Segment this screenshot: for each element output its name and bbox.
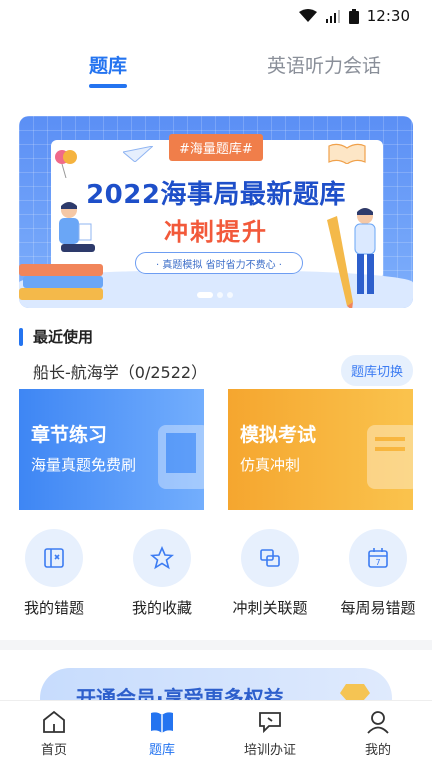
recent-section: 最近使用 船长-航海学（0/2522） 题库切换 <box>19 326 413 386</box>
nav-training[interactable]: 培训办证 <box>216 701 324 768</box>
wifi-icon <box>298 9 317 22</box>
nav-question-bank[interactable]: 题库 <box>108 701 216 768</box>
book-icon <box>151 712 173 733</box>
banner-subtitle: 冲刺提升 <box>164 218 268 246</box>
switch-bank-button[interactable]: 题库切换 <box>340 355 413 386</box>
chapter-practice-card[interactable]: 章节练习 海量真题免费刷 <box>19 389 204 510</box>
linked-squares-icon <box>260 549 280 567</box>
banner-title: 2022海事局最新题库 <box>86 180 346 210</box>
recent-row: 船长-航海学（0/2522） 题库切换 <box>19 355 413 386</box>
tab-english-listening[interactable]: 英语听力会话 <box>216 32 432 96</box>
quick-action-label: 我的错题 <box>23 599 84 617</box>
banner-pill: · 真题模拟 省时省力不费心 · <box>135 252 303 274</box>
nav-label: 我的 <box>364 743 391 758</box>
quick-action-favorites[interactable]: 我的收藏 <box>108 529 216 618</box>
star-icon <box>150 546 174 570</box>
top-tabs: 题库 英语听力会话 <box>0 32 432 96</box>
carousel-dot <box>217 292 223 298</box>
mock-exam-card[interactable]: 模拟考试 仿真冲刺 <box>228 389 413 510</box>
vip-banner[interactable]: 开通会员·享受更多权益 <box>40 668 392 700</box>
status-time: 12:30 <box>366 7 410 25</box>
quick-action-circle: 7 <box>349 529 407 587</box>
card-desc: 海量真题免费刷 <box>31 456 137 474</box>
quick-action-wrong-questions[interactable]: 我的错题 <box>0 529 108 618</box>
recent-heading: 最近使用 <box>33 328 94 346</box>
home-icon <box>43 710 65 733</box>
quick-action-circle <box>133 529 191 587</box>
quick-action-circle <box>25 529 83 587</box>
exam-paper-deco-icon <box>367 425 413 489</box>
tab-question-bank[interactable]: 题库 <box>0 32 216 96</box>
quick-action-circle <box>241 529 299 587</box>
quick-actions: 我的错题 我的收藏 冲刺关联题 7 每周易错题 <box>0 529 432 618</box>
nav-label: 题库 <box>148 743 175 758</box>
nav-profile[interactable]: 我的 <box>324 701 432 768</box>
svg-text:7: 7 <box>375 558 380 567</box>
recent-header: 最近使用 <box>19 326 413 347</box>
quick-action-weekly-errors[interactable]: 7 每周易错题 <box>324 529 432 618</box>
nav-home[interactable]: 首页 <box>0 701 108 768</box>
section-marker <box>19 327 23 346</box>
bottom-nav: 首页 题库 培训办证 我的 <box>0 700 432 768</box>
carousel-dot <box>197 292 213 298</box>
calendar-icon: 7 <box>368 548 388 568</box>
battery-icon <box>348 8 359 24</box>
promo-banner[interactable]: #海量题库# 2022海事局最新题库 冲刺提升 · 真题模拟 省时省力不费心 · <box>19 116 413 308</box>
quick-action-linked-questions[interactable]: 冲刺关联题 <box>216 529 324 618</box>
card-title: 章节练习 <box>31 424 108 446</box>
open-book-icon <box>328 143 366 164</box>
quick-action-label: 我的收藏 <box>131 599 192 617</box>
banner-tag: #海量题库# <box>169 134 263 161</box>
card-title: 模拟考试 <box>240 424 317 446</box>
nav-label: 培训办证 <box>243 743 296 758</box>
wrong-questions-icon <box>44 548 64 568</box>
diamond-icon <box>340 684 370 700</box>
chat-icon <box>259 712 281 734</box>
carousel-indicator <box>197 292 233 298</box>
current-bank-name[interactable]: 船长-航海学（0/2522） <box>19 359 207 383</box>
quick-action-label: 冲刺关联题 <box>232 599 308 617</box>
signal-icon <box>325 10 340 23</box>
content-scroll[interactable]: #海量题库# 2022海事局最新题库 冲刺提升 · 真题模拟 省时省力不费心 ·… <box>0 96 432 700</box>
book-deco-icon <box>158 425 204 489</box>
section-separator <box>0 640 432 650</box>
card-desc: 仿真冲刺 <box>240 456 301 474</box>
quick-action-label: 每周易错题 <box>340 599 416 617</box>
paper-plane-icon <box>123 146 153 162</box>
nav-label: 首页 <box>40 743 67 758</box>
carousel-dot <box>227 292 233 298</box>
user-icon <box>367 711 389 734</box>
status-bar: 12:30 <box>0 0 432 32</box>
vip-banner-text: 开通会员·享受更多权益 <box>76 686 284 700</box>
